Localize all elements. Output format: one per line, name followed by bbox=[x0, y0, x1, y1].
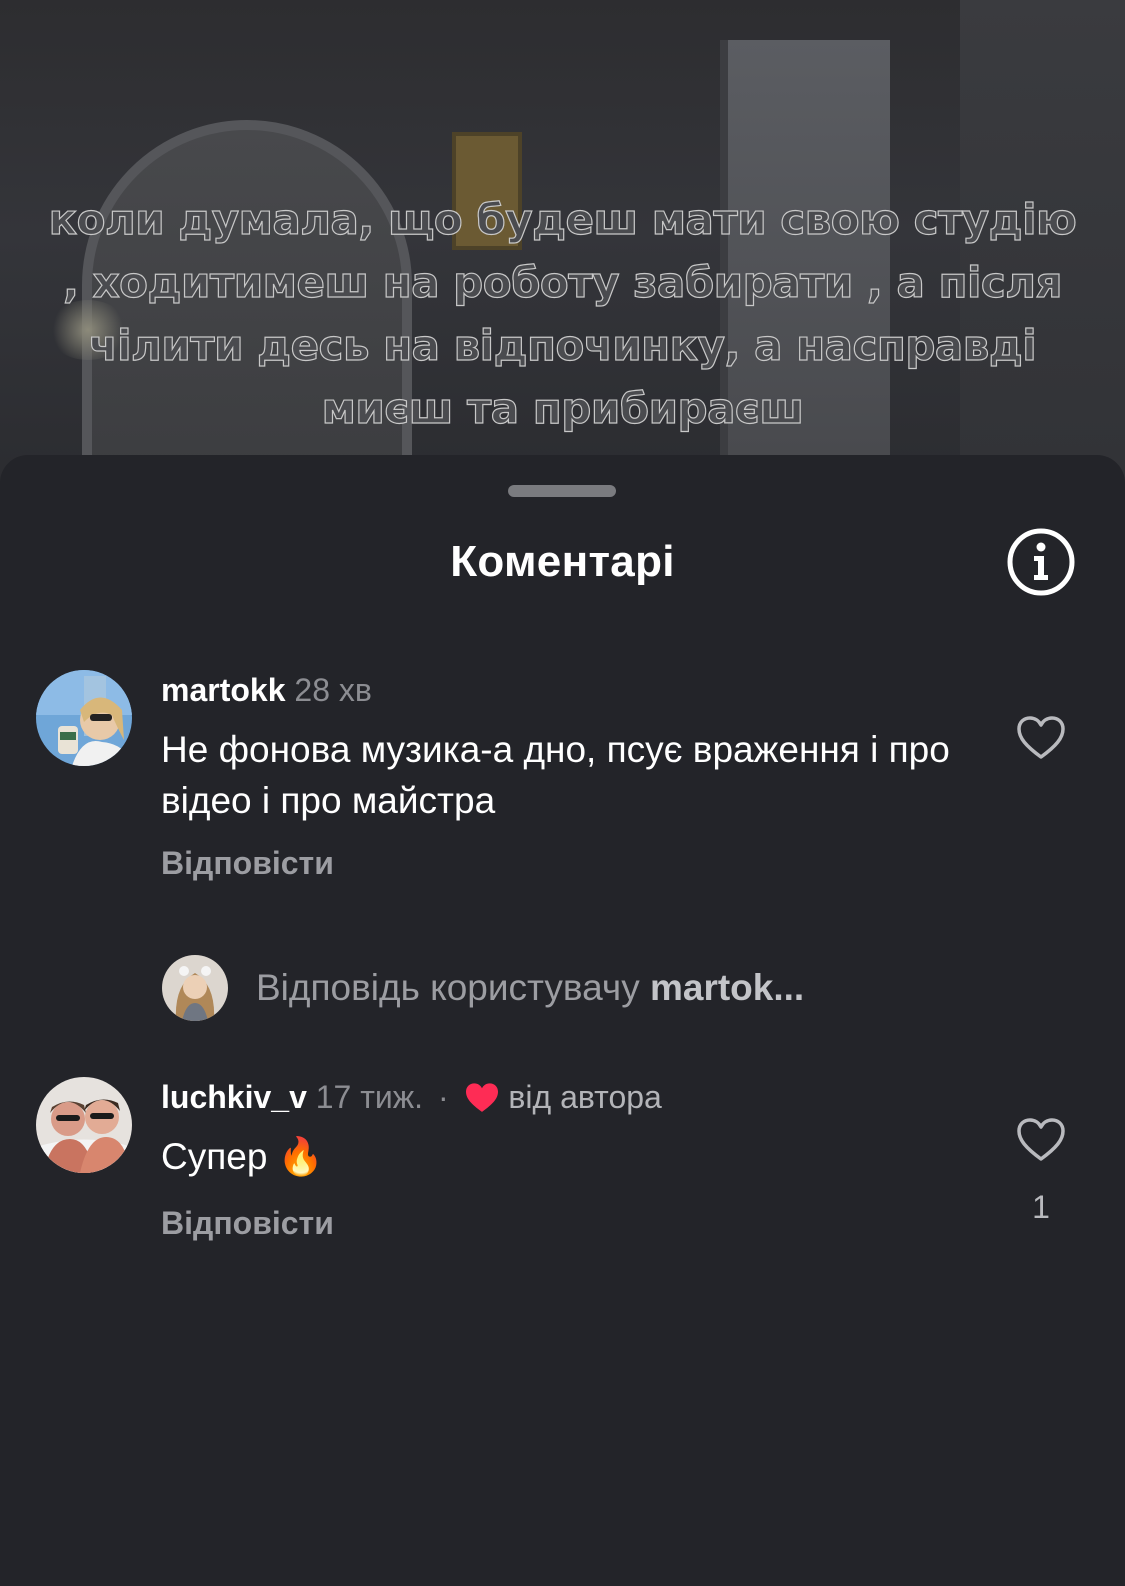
comment-time: 28 хв bbox=[294, 672, 372, 708]
reply-button[interactable]: Відповісти bbox=[161, 845, 334, 882]
sheet-title: Коментарі bbox=[450, 537, 675, 586]
heart-filled-icon bbox=[465, 1083, 498, 1112]
video-caption: коли думала, що будеш мати свою студію ,… bbox=[48, 194, 1077, 433]
reply-prompt-target: martok... bbox=[649, 967, 805, 1008]
comment-username[interactable]: martokk bbox=[161, 672, 286, 708]
comment-time: 17 тиж. bbox=[315, 1079, 424, 1115]
reply-prompt-prefix: Відповідь користувачу bbox=[256, 967, 640, 1008]
avatar[interactable] bbox=[36, 670, 132, 766]
reply-prompt: Відповідь користувачу martok... bbox=[256, 967, 804, 1009]
info-circle-icon[interactable] bbox=[1006, 527, 1076, 597]
sheet-grabber-handle[interactable] bbox=[508, 485, 616, 497]
heart-outline-icon[interactable] bbox=[1016, 1117, 1066, 1163]
comment-item: martokk 28 хв Не фонова музика-а дно, пс… bbox=[0, 670, 1125, 881]
avatar[interactable] bbox=[36, 1077, 132, 1173]
reply-button[interactable]: Відповісти bbox=[161, 1205, 334, 1242]
comment-meta: luchkiv_v 17 тиж. · від автора bbox=[161, 1079, 662, 1116]
like-count: 1 bbox=[1032, 1189, 1050, 1225]
view-replies-row[interactable]: Відповідь користувачу martok... bbox=[0, 955, 1125, 1025]
avatar bbox=[162, 955, 228, 1021]
comment-text: Не фонова музика-а дно, псує враження і … bbox=[161, 729, 950, 821]
comment-item: luchkiv_v 17 тиж. · від автора Супер 🔥 В… bbox=[0, 1077, 1125, 1257]
comment-text: Супер 🔥 bbox=[161, 1136, 324, 1177]
comment-username[interactable]: luchkiv_v bbox=[161, 1079, 307, 1115]
comment-meta: martokk 28 хв bbox=[161, 672, 372, 709]
heart-outline-icon[interactable] bbox=[1016, 715, 1066, 761]
app-screen: коли думала, що будеш мати свою студію ,… bbox=[0, 0, 1125, 1586]
comments-sheet: Коментарі martokk 28 хв Не фонова музика… bbox=[0, 455, 1125, 1586]
meta-separator: · bbox=[437, 1079, 449, 1115]
video-background[interactable]: коли думала, що будеш мати свою студію ,… bbox=[0, 0, 1125, 520]
liked-by-author-label: від автора bbox=[508, 1079, 662, 1115]
